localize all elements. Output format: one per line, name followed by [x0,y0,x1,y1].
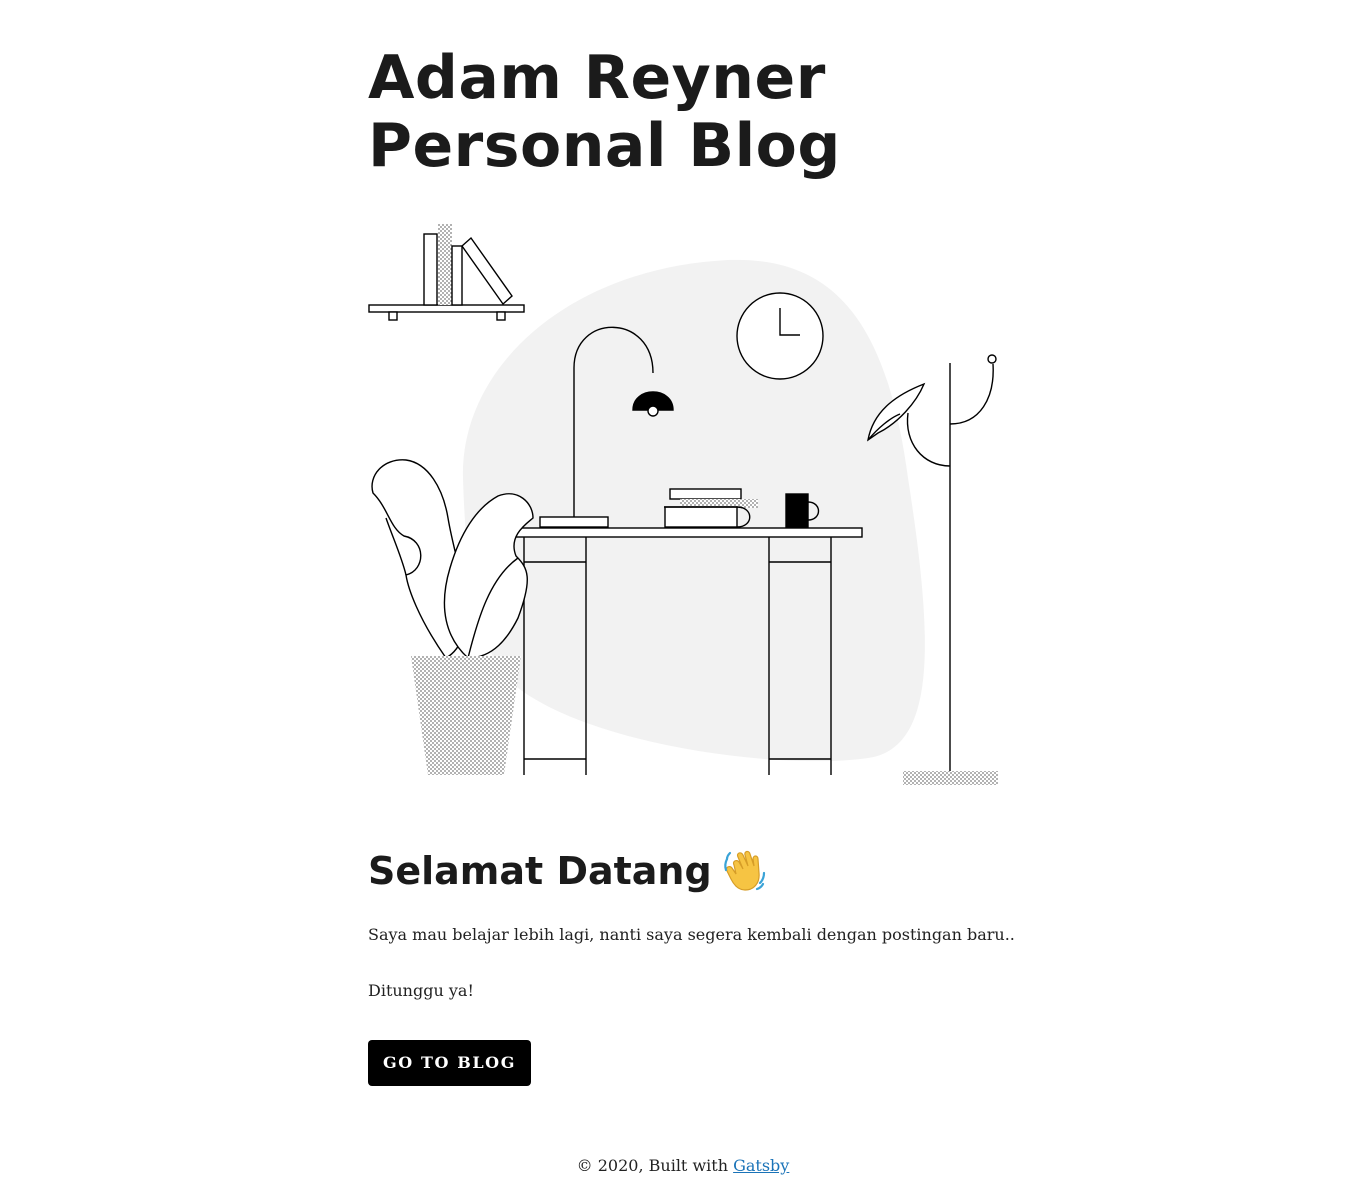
closing-paragraph: Ditunggu ya! [368,981,474,1000]
site-title-line-2: Personal Blog [368,111,841,181]
potted-plant [371,459,534,775]
wall-clock [736,292,824,380]
gatsby-link[interactable]: Gatsby [733,1156,789,1175]
intro-paragraph: Saya mau belajar lebih lagi, nanti saya … [368,925,1015,944]
footer-copyright: © 2020, Built with [576,1156,728,1175]
site-title[interactable]: Adam Reyner Personal Blog [368,44,1008,180]
site-title-line-1: Adam Reyner [368,43,826,113]
welcome-heading: Selamat Datang [368,845,768,897]
footer: © 2020, Built with Gatsby [0,1154,1366,1178]
workspace-desk-illustration [368,224,998,785]
go-to-blog-button[interactable]: GO TO BLOG [368,1040,531,1086]
book-shelf [368,224,525,321]
waving-hand-icon [723,850,765,891]
welcome-heading-text: Selamat Datang [368,849,712,893]
